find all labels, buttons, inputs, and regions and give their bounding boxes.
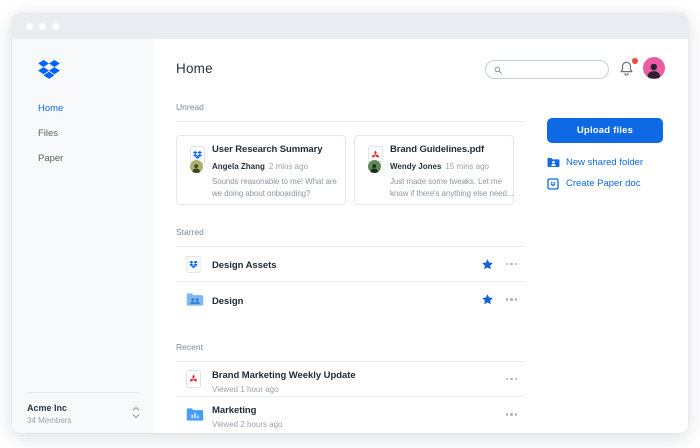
card-timestamp: 2 mins ago (269, 162, 308, 171)
action-link-label: New shared folder (566, 157, 643, 168)
starred-row[interactable]: Design Assets (176, 247, 525, 282)
section-label: Unread (176, 101, 525, 114)
row-title: Marketing (212, 405, 256, 416)
section-starred: Starred Design Assets (176, 226, 525, 317)
team-selector[interactable]: Acme Inc 34 Members (12, 392, 154, 425)
desktop-background: Home Files Paper Acme Inc 34 Members Hom… (0, 0, 700, 448)
section-recent: Recent Bra (176, 341, 525, 432)
sidebar-item-home[interactable]: Home (12, 96, 154, 121)
window-control-dot[interactable] (39, 23, 46, 30)
window-control-dot[interactable] (26, 23, 33, 30)
sidebar-item-paper[interactable]: Paper (12, 146, 154, 171)
card-message: Just made some tweaks. Let me know if th… (390, 176, 518, 200)
more-options-icon[interactable] (504, 294, 520, 305)
recent-row[interactable]: Marketing Viewed 2 hours ago (176, 397, 525, 432)
window-titlebar[interactable] (12, 13, 688, 39)
create-paper-doc-link[interactable]: Create Paper doc (547, 173, 665, 194)
window-control-dot[interactable] (52, 23, 59, 30)
more-options-icon[interactable] (504, 259, 520, 270)
section-label: Recent (176, 341, 525, 354)
notifications-bell-icon[interactable] (618, 60, 637, 79)
notification-badge (632, 58, 638, 64)
page-title: Home (176, 61, 213, 76)
star-icon[interactable] (481, 293, 494, 306)
search-bar[interactable] (485, 60, 609, 79)
person-silhouette-icon (191, 162, 201, 173)
card-message: Sounds reasonable to me! What are we doi… (212, 176, 340, 200)
action-link-label: Create Paper doc (566, 178, 640, 189)
divider (26, 392, 140, 393)
card-title: Brand Guidelines.pdf (390, 144, 484, 155)
create-paper-doc-icon (547, 178, 559, 190)
author-avatar (368, 160, 381, 173)
divider (176, 121, 525, 122)
star-icon[interactable] (481, 258, 494, 271)
section-unread: Unread User Research Summary (176, 101, 525, 205)
pdf-file-icon (186, 370, 201, 388)
card-timestamp: 15 mins ago (445, 162, 489, 171)
recent-row[interactable]: Brand Marketing Weekly Update Viewed 1 h… (176, 362, 525, 397)
search-icon (493, 65, 503, 75)
sidebar-item-files[interactable]: Files (12, 121, 154, 146)
section-label: Starred (176, 226, 525, 239)
search-input[interactable] (507, 65, 597, 75)
paper-doc-icon (186, 256, 201, 273)
row-title: Design (212, 296, 243, 307)
starred-row[interactable]: Design (176, 282, 525, 317)
card-author: Angela Zhang (212, 162, 265, 171)
author-avatar (190, 160, 203, 173)
upload-files-button[interactable]: Upload files (547, 118, 663, 143)
user-avatar[interactable] (643, 57, 665, 79)
row-subtitle: Viewed 1 hour ago (212, 385, 504, 394)
main-content: Home Unread (154, 39, 688, 433)
more-options-icon[interactable] (504, 374, 520, 385)
sidebar-nav: Home Files Paper (12, 96, 154, 171)
team-switcher-chevrons-icon[interactable] (132, 406, 140, 419)
unread-card[interactable]: User Research Summary Angela Zhang 2 min… (176, 135, 346, 205)
dropbox-logo-icon[interactable] (38, 60, 60, 79)
row-title: Brand Marketing Weekly Update (212, 370, 356, 381)
unread-card[interactable]: Brand Guidelines.pdf Wendy Jones 15 mins… (354, 135, 514, 205)
more-options-icon[interactable] (504, 409, 520, 420)
card-title: User Research Summary (212, 144, 322, 155)
person-silhouette-icon (369, 162, 379, 173)
actions-panel: Upload files New shared folder (547, 118, 665, 194)
sidebar: Home Files Paper Acme Inc 34 Members (12, 39, 154, 433)
row-title: Design Assets (212, 260, 276, 271)
card-author: Wendy Jones (390, 162, 441, 171)
shared-folder-icon (186, 292, 204, 307)
new-shared-folder-icon (547, 157, 560, 168)
folder-chart-icon (186, 407, 204, 422)
person-silhouette-icon (645, 60, 663, 79)
new-shared-folder-link[interactable]: New shared folder (547, 152, 665, 173)
app-window: Home Files Paper Acme Inc 34 Members Hom… (12, 13, 688, 433)
row-subtitle: Viewed 2 hours ago (212, 420, 504, 429)
